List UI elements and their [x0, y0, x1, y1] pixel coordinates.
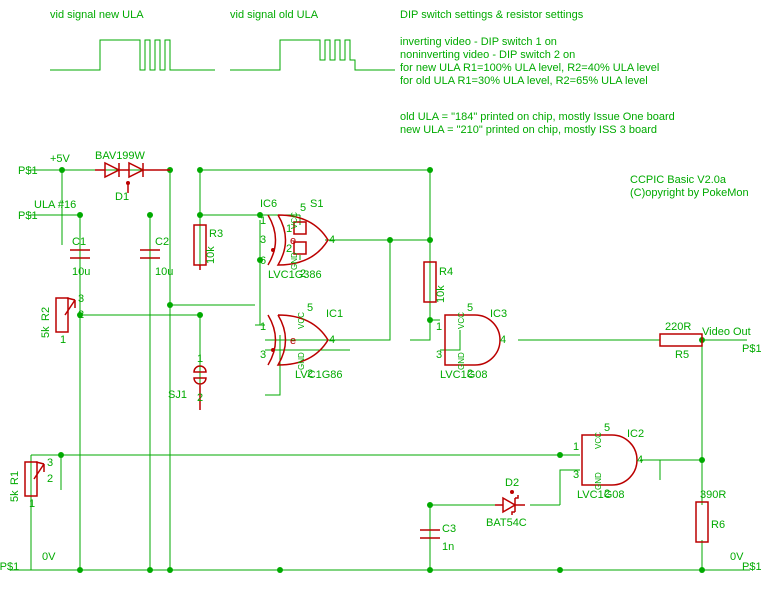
r6-val: 390R	[700, 489, 726, 501]
ic3-ref: IC3	[490, 308, 507, 320]
svg-text:VCC: VCC	[290, 212, 299, 229]
c1-val: 10u	[72, 266, 90, 278]
r2-val: 5k	[40, 326, 52, 338]
svg-text:1: 1	[436, 321, 442, 333]
svg-text:3: 3	[260, 234, 266, 246]
svg-text:4: 4	[329, 234, 335, 246]
svg-text:3: 3	[436, 349, 442, 361]
svg-text:5: 5	[300, 202, 306, 214]
svg-text:GND: GND	[594, 472, 603, 490]
diode-d1	[95, 163, 170, 193]
r2-ref: R2	[40, 307, 52, 321]
svg-text:2: 2	[78, 309, 84, 321]
c1-ref: C1	[72, 236, 86, 248]
svg-text:3: 3	[47, 457, 53, 469]
title: CCPIC Basic V2.0a	[630, 174, 727, 186]
resistor-r2	[56, 298, 75, 332]
svg-text:5: 5	[604, 422, 610, 434]
svg-text:-P$1: -P$1	[0, 561, 19, 573]
svg-text:1: 1	[29, 498, 35, 510]
note-0: inverting video - DIP switch 1 on	[400, 36, 557, 48]
svg-text:2: 2	[197, 392, 203, 404]
svg-text:1: 1	[260, 215, 266, 227]
svg-text:4: 4	[500, 334, 506, 346]
svg-text:GND: GND	[457, 352, 466, 370]
svg-text:e: e	[290, 335, 296, 347]
net-ula: ULA #16	[34, 199, 76, 211]
d2-ref: D2	[505, 477, 519, 489]
c3-ref: C3	[442, 523, 456, 535]
svg-text:1: 1	[197, 353, 203, 365]
svg-text:3: 3	[260, 349, 266, 361]
svg-text:GND: GND	[290, 252, 299, 270]
sj1-ref: SJ1	[168, 389, 187, 401]
c2-val: 10u	[155, 266, 173, 278]
diode-d2	[495, 490, 525, 515]
svg-text:6: 6	[260, 255, 266, 267]
svg-text:2: 2	[467, 368, 473, 380]
svg-text:2: 2	[307, 368, 313, 380]
resistor-r6	[696, 502, 708, 542]
r1-ref: R1	[9, 471, 21, 485]
junctions	[58, 167, 705, 573]
svg-text:2: 2	[604, 488, 610, 500]
gate-ic2	[582, 435, 637, 485]
r6-ref: R6	[711, 519, 725, 531]
svg-text:VCC: VCC	[457, 312, 466, 329]
waveform-new-label: vid signal new ULA	[50, 9, 144, 21]
r5-val: 220R	[665, 321, 691, 333]
svg-text:VCC: VCC	[297, 312, 306, 329]
ic1-ref: IC1	[326, 308, 343, 320]
note-2: for new ULA R1=100% ULA level, R2=40% UL…	[400, 62, 659, 74]
svg-text:5: 5	[307, 302, 313, 314]
net-out: Video Out	[702, 326, 751, 338]
svg-text:2: 2	[47, 473, 53, 485]
svg-text:P$1: P$1	[742, 561, 761, 573]
svg-text:GND: GND	[297, 352, 306, 370]
r3-ref: R3	[209, 228, 223, 240]
svg-text:P$1: P$1	[742, 343, 761, 355]
note-6: new ULA = "210" printed on chip, mostly …	[400, 124, 657, 136]
svg-text:3: 3	[78, 293, 84, 305]
gate-ic3	[445, 315, 500, 365]
c2-ref: C2	[155, 236, 169, 248]
svg-text:e: e	[290, 235, 296, 247]
ic6-ref: IC6	[260, 198, 277, 210]
d1-val: BAV199W	[95, 150, 146, 162]
d1-ref: D1	[115, 191, 129, 203]
ic2-ref: IC2	[627, 428, 644, 440]
s1-ref: S1	[310, 198, 323, 210]
svg-text:1: 1	[260, 321, 266, 333]
d2-val: BAT54C	[486, 517, 527, 529]
net-gnd-l: 0V	[42, 551, 56, 563]
notes-title: DIP switch settings & resistor settings	[400, 9, 584, 21]
svg-text:VCC: VCC	[594, 432, 603, 449]
svg-text:5: 5	[467, 302, 473, 314]
svg-text:2: 2	[300, 268, 306, 280]
resistor-r5	[660, 334, 702, 346]
r4-val: 10k	[435, 285, 447, 303]
svg-text:1: 1	[573, 441, 579, 453]
note-3: for old ULA R1=30% ULA level, R2=65% ULA…	[400, 75, 648, 87]
net-5v: +5V	[50, 153, 71, 165]
svg-text:1: 1	[60, 334, 66, 346]
copyright: (C)opyright by PokeMon	[630, 187, 749, 199]
r1-val: 5k	[9, 490, 21, 502]
waveform-old-label: vid signal old ULA	[230, 9, 319, 21]
svg-text:4: 4	[637, 454, 643, 466]
r5-ref: R5	[675, 349, 689, 361]
c3-val: 1n	[442, 541, 454, 553]
r4-ref: R4	[439, 266, 453, 278]
svg-text:P$1: P$1	[18, 165, 38, 177]
svg-text:4: 4	[329, 334, 335, 346]
svg-text:P$1: P$1	[18, 210, 38, 222]
note-5: old ULA = "184" printed on chip, mostly …	[400, 111, 675, 123]
svg-text:3: 3	[573, 469, 579, 481]
r3-val: 10k	[205, 246, 217, 264]
resistor-r1	[25, 462, 44, 496]
note-1: noninverting video - DIP switch 2 on	[400, 49, 575, 61]
